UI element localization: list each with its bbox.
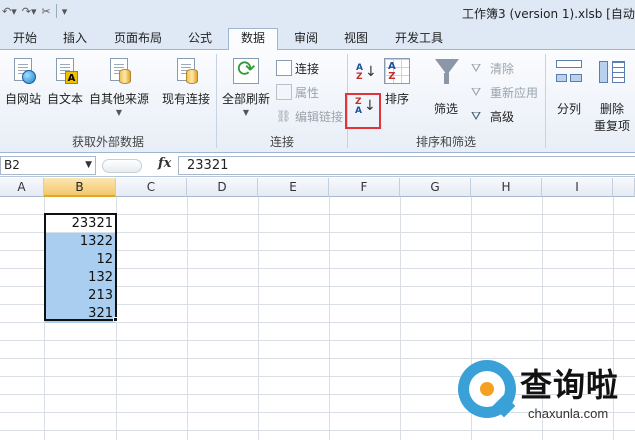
cell-b6[interactable]: 213 bbox=[45, 287, 116, 305]
redo-icon[interactable]: ↷▾ bbox=[22, 5, 37, 18]
filter-button[interactable]: 筛选 bbox=[428, 56, 464, 116]
sort-icon: AZ bbox=[382, 56, 412, 86]
chevron-down-icon: ▼ bbox=[85, 160, 92, 170]
tab-insert[interactable]: 插入 bbox=[52, 29, 98, 50]
highlight-box bbox=[345, 93, 381, 129]
undo-icon[interactable]: ↶▾ bbox=[2, 5, 17, 18]
properties-button[interactable]: 属性 bbox=[276, 83, 319, 101]
tab-view[interactable]: 视图 bbox=[334, 29, 378, 50]
funnel-icon bbox=[431, 56, 461, 86]
column-header-b[interactable]: B bbox=[44, 178, 116, 197]
ribbon: 自网站 A 自文本 自其他来源 ▼ 现有连接 获取外部数据 全部刷新 ▼ 连接 … bbox=[0, 50, 635, 153]
text-to-columns-button[interactable]: 分列 bbox=[550, 56, 588, 116]
cell-b5[interactable]: 132 bbox=[45, 269, 116, 287]
column-gridline bbox=[187, 197, 188, 440]
chevron-down-icon: ▼ bbox=[242, 108, 250, 117]
clear-filter-icon: ⛛ bbox=[471, 61, 482, 75]
tab-page-layout[interactable]: 页面布局 bbox=[104, 29, 172, 50]
tab-data[interactable]: 数据 bbox=[228, 28, 278, 51]
title-bar: ↶▾ ↷▾ ✂ ▾ 工作簿3 (version 1).xlsb [自动保 bbox=[0, 0, 635, 26]
column-header-f[interactable]: F bbox=[329, 178, 400, 197]
tab-review[interactable]: 审阅 bbox=[284, 29, 328, 50]
remove-duplicates-button[interactable]: 删除 重复项 bbox=[592, 56, 632, 133]
name-box[interactable]: B2 ▼ bbox=[0, 156, 96, 175]
watermark-domain: chaxunla.com bbox=[528, 406, 609, 421]
column-header-i[interactable]: I bbox=[542, 178, 613, 197]
column-gridline bbox=[400, 197, 401, 440]
qat-separator bbox=[55, 4, 57, 18]
tab-home[interactable]: 开始 bbox=[3, 29, 47, 50]
cell-b7[interactable]: 321 bbox=[45, 305, 116, 323]
tab-formulas[interactable]: 公式 bbox=[178, 29, 222, 50]
existing-connections-button[interactable]: 现有连接 bbox=[158, 56, 214, 107]
column-header-c[interactable]: C bbox=[116, 178, 187, 197]
remove-duplicates-icon bbox=[597, 56, 627, 86]
window-title: 工作簿3 (version 1).xlsb [自动保 bbox=[462, 7, 635, 21]
insert-function-icon[interactable]: fx bbox=[158, 156, 171, 171]
column-header-a[interactable]: A bbox=[0, 178, 44, 197]
fill-handle[interactable] bbox=[113, 317, 118, 322]
ribbon-tabs: 开始 插入 页面布局 公式 数据 审阅 视图 开发工具 bbox=[0, 26, 635, 51]
arrow-down-icon: ↓ bbox=[365, 64, 377, 80]
from-text-icon: A bbox=[50, 56, 80, 86]
column-header-g[interactable]: G bbox=[400, 178, 471, 197]
qat-dropdown-icon[interactable]: ▾ bbox=[62, 5, 68, 18]
from-web-button[interactable]: 自网站 bbox=[2, 56, 44, 107]
group-label-get-external-data: 获取外部数据 bbox=[71, 135, 144, 149]
from-web-icon bbox=[8, 56, 38, 86]
quick-access-toolbar: ↶▾ ↷▾ ✂ ▾ bbox=[2, 4, 67, 18]
advanced-filter-button[interactable]: ⛛ 高级 bbox=[471, 107, 514, 125]
formula-input[interactable]: 23321 bbox=[178, 156, 635, 175]
sort-ascending-button[interactable]: AZ ↓ bbox=[354, 62, 377, 86]
column-header-e[interactable]: E bbox=[258, 178, 329, 197]
refresh-icon bbox=[231, 56, 261, 86]
group-label-sort-filter: 排序和筛选 bbox=[415, 135, 476, 149]
cell-b3[interactable]: 1322 bbox=[45, 233, 116, 251]
from-other-sources-icon bbox=[104, 56, 134, 86]
watermark-brand: 查询啦 bbox=[520, 366, 620, 404]
reapply-icon: ⛛ bbox=[471, 85, 482, 99]
clear-filter-button[interactable]: ⛛ 清除 bbox=[471, 59, 514, 77]
properties-icon bbox=[276, 84, 292, 100]
formula-bar: B2 ▼ fx 23321 bbox=[0, 154, 635, 177]
refresh-all-button[interactable]: 全部刷新 ▼ bbox=[220, 56, 272, 117]
column-header-h[interactable]: H bbox=[471, 178, 542, 197]
connections-icon bbox=[276, 60, 292, 76]
group-separator bbox=[545, 54, 546, 148]
from-other-sources-button[interactable]: 自其他来源 ▼ bbox=[86, 56, 152, 117]
reapply-button[interactable]: ⛛ 重新应用 bbox=[471, 83, 538, 101]
from-text-button[interactable]: A 自文本 bbox=[44, 56, 86, 107]
tab-developer[interactable]: 开发工具 bbox=[386, 29, 452, 50]
qat-custom-icon[interactable]: ✂ bbox=[42, 5, 51, 18]
sort-a-to-z-icon: AZ bbox=[356, 63, 363, 82]
cell-b2[interactable]: 23321 bbox=[45, 215, 116, 233]
existing-connections-icon bbox=[171, 56, 201, 86]
edit-links-button[interactable]: ⛓ 编辑链接 bbox=[276, 107, 343, 125]
column-header-j[interactable] bbox=[613, 178, 635, 197]
group-label-connections: 连接 bbox=[269, 135, 294, 149]
advanced-filter-icon: ⛛ bbox=[471, 109, 482, 123]
row-gridline bbox=[0, 340, 635, 341]
watermark: 查询啦 chaxunla.com bbox=[458, 356, 628, 436]
column-gridline bbox=[258, 197, 259, 440]
sort-button[interactable]: AZ 排序 bbox=[380, 56, 414, 107]
chevron-down-icon: ▼ bbox=[115, 108, 123, 117]
connections-button[interactable]: 连接 bbox=[276, 59, 319, 77]
text-to-columns-icon bbox=[554, 56, 584, 86]
logo-dot bbox=[480, 382, 494, 396]
cell-b4[interactable]: 12 bbox=[45, 251, 116, 269]
column-header-d[interactable]: D bbox=[187, 178, 258, 197]
column-gridline bbox=[329, 197, 330, 440]
link-icon: ⛓ bbox=[276, 109, 292, 123]
